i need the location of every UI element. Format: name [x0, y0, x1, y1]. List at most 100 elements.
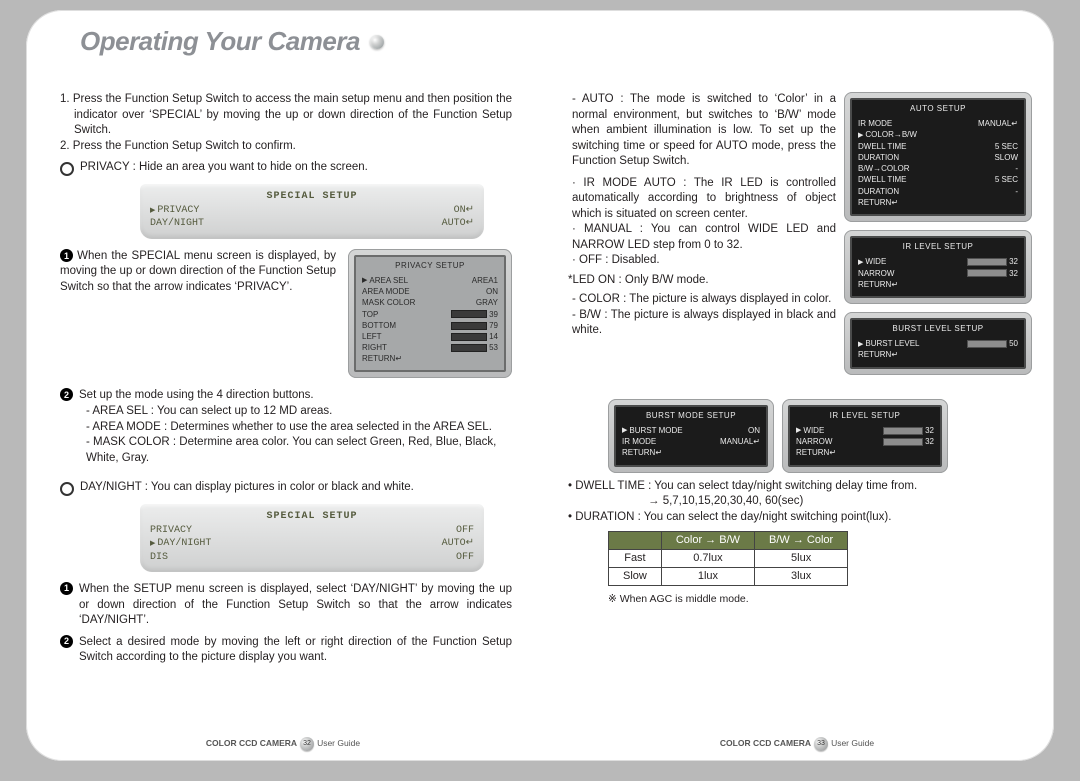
privacy-step2-intro: Set up the mode using the 4 direction bu…: [79, 388, 512, 404]
privacy-tv-row: RETURN↵: [362, 353, 402, 364]
lux-th-ctobw: Color → B/W: [661, 532, 754, 550]
privacy-step2: 2 Set up the mode using the 4 direction …: [60, 388, 512, 404]
tv-val: 32: [1009, 269, 1018, 278]
daynight-step1-text: When the SETUP menu screen is displayed,…: [79, 582, 512, 629]
privacy-tv-row: AREA MODE: [362, 286, 410, 297]
tv-val: SLOW: [994, 152, 1018, 163]
privacy-tv-title: PRIVACY SETUP: [362, 261, 498, 272]
ring-bullet-icon: [60, 162, 74, 176]
tv-row: NARROW: [858, 268, 894, 279]
panel1-row2-value: AUTO↵: [442, 217, 474, 231]
tv-val: -: [1015, 163, 1018, 174]
tv-row: WIDE: [865, 256, 886, 267]
tv-row: WIDE: [803, 425, 824, 436]
privacy-step1-text: When the SPECIAL menu screen is displaye…: [60, 250, 336, 293]
tv-row: RETURN↵: [858, 279, 898, 290]
privacy-tv-val: 53: [489, 343, 498, 352]
lux-table: Color → B/W B/W → Color Fast 0.7lux 5lux…: [608, 531, 848, 586]
lux-cell: 3lux: [755, 567, 848, 585]
footer-brand: COLOR CCD CAMERA: [206, 738, 297, 749]
right-stack-tvs: AUTO SETUP IR MODE MANUAL↵ COLOR→B/W DWEL…: [844, 92, 1020, 383]
privacy-tv-val: 39: [489, 310, 498, 319]
tv-val: 50: [1009, 339, 1018, 348]
tv-row: RETURN↵: [858, 197, 898, 208]
panel2-val: OFF: [456, 524, 474, 538]
tv-val: 5 SEC: [995, 141, 1018, 152]
tv-row: BURST LEVEL: [865, 338, 919, 349]
page-footer: COLOR CCD CAMERA 32 User Guide COLOR CCD…: [26, 737, 1054, 751]
panel1-row2-label: DAY/NIGHT: [150, 217, 204, 231]
privacy-setup-tv: PRIVACY SETUP AREA SELAREA1 AREA MODEON …: [348, 249, 512, 379]
page-number-icon: 32: [300, 737, 314, 751]
lux-row-fast: Fast: [609, 550, 662, 568]
panel2-row: PRIVACY: [150, 524, 192, 538]
panel2-val: AUTO↵: [442, 537, 474, 551]
privacy-tv-row: BOTTOM: [362, 320, 396, 331]
tv-row: DWELL TIME: [858, 174, 906, 185]
privacy-heading-text: PRIVACY : Hide an area you want to hide …: [80, 160, 512, 176]
footer-guide: User Guide: [831, 738, 874, 749]
tv-row: BURST MODE: [629, 425, 682, 436]
color-mode-text: - COLOR : The picture is always displaye…: [572, 292, 836, 308]
duration-text: • DURATION : You can select the day/nigh…: [568, 510, 1020, 526]
tv-row: DURATION: [858, 152, 899, 163]
panel2-title: SPECIAL SETUP: [150, 510, 474, 524]
panel2-val: OFF: [456, 551, 474, 565]
bottom-tv-row: BURST MODE SETUP BURST MODEON IR MODEMAN…: [608, 399, 1020, 473]
dwell-time-text: • DWELL TIME : You can select tday/night…: [568, 479, 1020, 495]
tv-row: DURATION: [858, 186, 899, 197]
auto-mode-text: - AUTO : The mode is switched to ‘Color’…: [572, 92, 836, 170]
lux-cell: 0.7lux: [661, 550, 754, 568]
tv-val: MANUAL↵: [978, 118, 1018, 129]
tv-row: RETURN↵: [858, 349, 898, 360]
daynight-heading: DAY/NIGHT : You can display pictures in …: [60, 480, 512, 496]
tv-row: DWELL TIME: [858, 141, 906, 152]
footer-right: COLOR CCD CAMERA 33 User Guide: [720, 737, 874, 751]
tv-val: ON: [748, 425, 760, 436]
privacy-sub-c: - MASK COLOR : Determine area color. You…: [86, 435, 512, 466]
ring-bullet-icon: [60, 482, 74, 496]
privacy-tv-val: ON: [486, 286, 498, 297]
lux-th-bwtoc: B/W → Color: [755, 532, 848, 550]
tv-row: COLOR→B/W: [865, 129, 917, 140]
privacy-description-block: 1 When the SPECIAL menu screen is displa…: [60, 249, 512, 379]
tv-title: BURST MODE SETUP: [622, 411, 760, 422]
right-column: AUTO SETUP IR MODE MANUAL↵ COLOR→B/W DWEL…: [568, 38, 1020, 741]
tv-row: NARROW: [796, 436, 832, 447]
panel2-row: DIS: [150, 551, 168, 565]
burst-mode-setup-tv: BURST MODE SETUP BURST MODEON IR MODEMAN…: [608, 399, 774, 473]
lux-th-blank: [609, 532, 662, 550]
setup-steps: 1. Press the Function Setup Switch to ac…: [60, 92, 512, 154]
privacy-heading: PRIVACY : Hide an area you want to hide …: [60, 160, 512, 176]
tv-title: BURST LEVEL SETUP: [858, 324, 1018, 335]
privacy-tv-row: AREA SEL: [369, 275, 408, 286]
dwell-time-options: → 5,7,10,15,20,30,40, 60(sec): [648, 494, 1020, 510]
privacy-tv-val: AREA1: [472, 275, 498, 286]
special-setup-panel-1: SPECIAL SETUP PRIVACY ON↵ DAY/NIGHT AUTO…: [140, 184, 484, 239]
daynight-heading-text: DAY/NIGHT : You can display pictures in …: [80, 480, 512, 496]
auto-setup-tv: AUTO SETUP IR MODE MANUAL↵ COLOR→B/W DWEL…: [844, 92, 1032, 222]
daynight-step2-text: Select a desired mode by moving the left…: [79, 635, 512, 666]
content-columns: 1. Press the Function Setup Switch to ac…: [60, 38, 1020, 741]
step-2: 2. Press the Function Setup Switch to co…: [60, 139, 512, 155]
page-paper: Operating Your Camera 1. Press the Funct…: [26, 10, 1054, 761]
ir-level-setup-tv: IR LEVEL SETUP WIDE 32 NARROW 32 RETURN↵: [844, 230, 1032, 304]
privacy-tv-val: GRAY: [476, 297, 498, 308]
ir-auto-text: · IR MODE AUTO : The IR LED is controlle…: [572, 176, 836, 223]
tv-title: IR LEVEL SETUP: [796, 411, 934, 422]
ir-level-setup-tv-b: IR LEVEL SETUP WIDE 32 NARROW 32 RETURN↵: [782, 399, 948, 473]
privacy-tv-row: TOP: [362, 309, 378, 320]
tv-title: AUTO SETUP: [858, 104, 1018, 115]
black-circle-1b-icon: 1: [60, 582, 73, 595]
black-circle-2b-icon: 2: [60, 635, 73, 648]
footer-brand: COLOR CCD CAMERA: [720, 738, 811, 749]
tv-row: IR MODE: [858, 118, 892, 129]
lux-cell: 5lux: [755, 550, 848, 568]
privacy-tv-row: LEFT: [362, 331, 382, 342]
black-circle-2-icon: 2: [60, 388, 73, 401]
daynight-step1: 1 When the SETUP menu screen is displaye…: [60, 582, 512, 629]
tv-val: 32: [925, 437, 934, 446]
tv-row: RETURN↵: [622, 447, 662, 458]
privacy-sub-b: - AREA MODE : Determines whether to use …: [86, 420, 512, 436]
daynight-step2: 2 Select a desired mode by moving the le…: [60, 635, 512, 666]
